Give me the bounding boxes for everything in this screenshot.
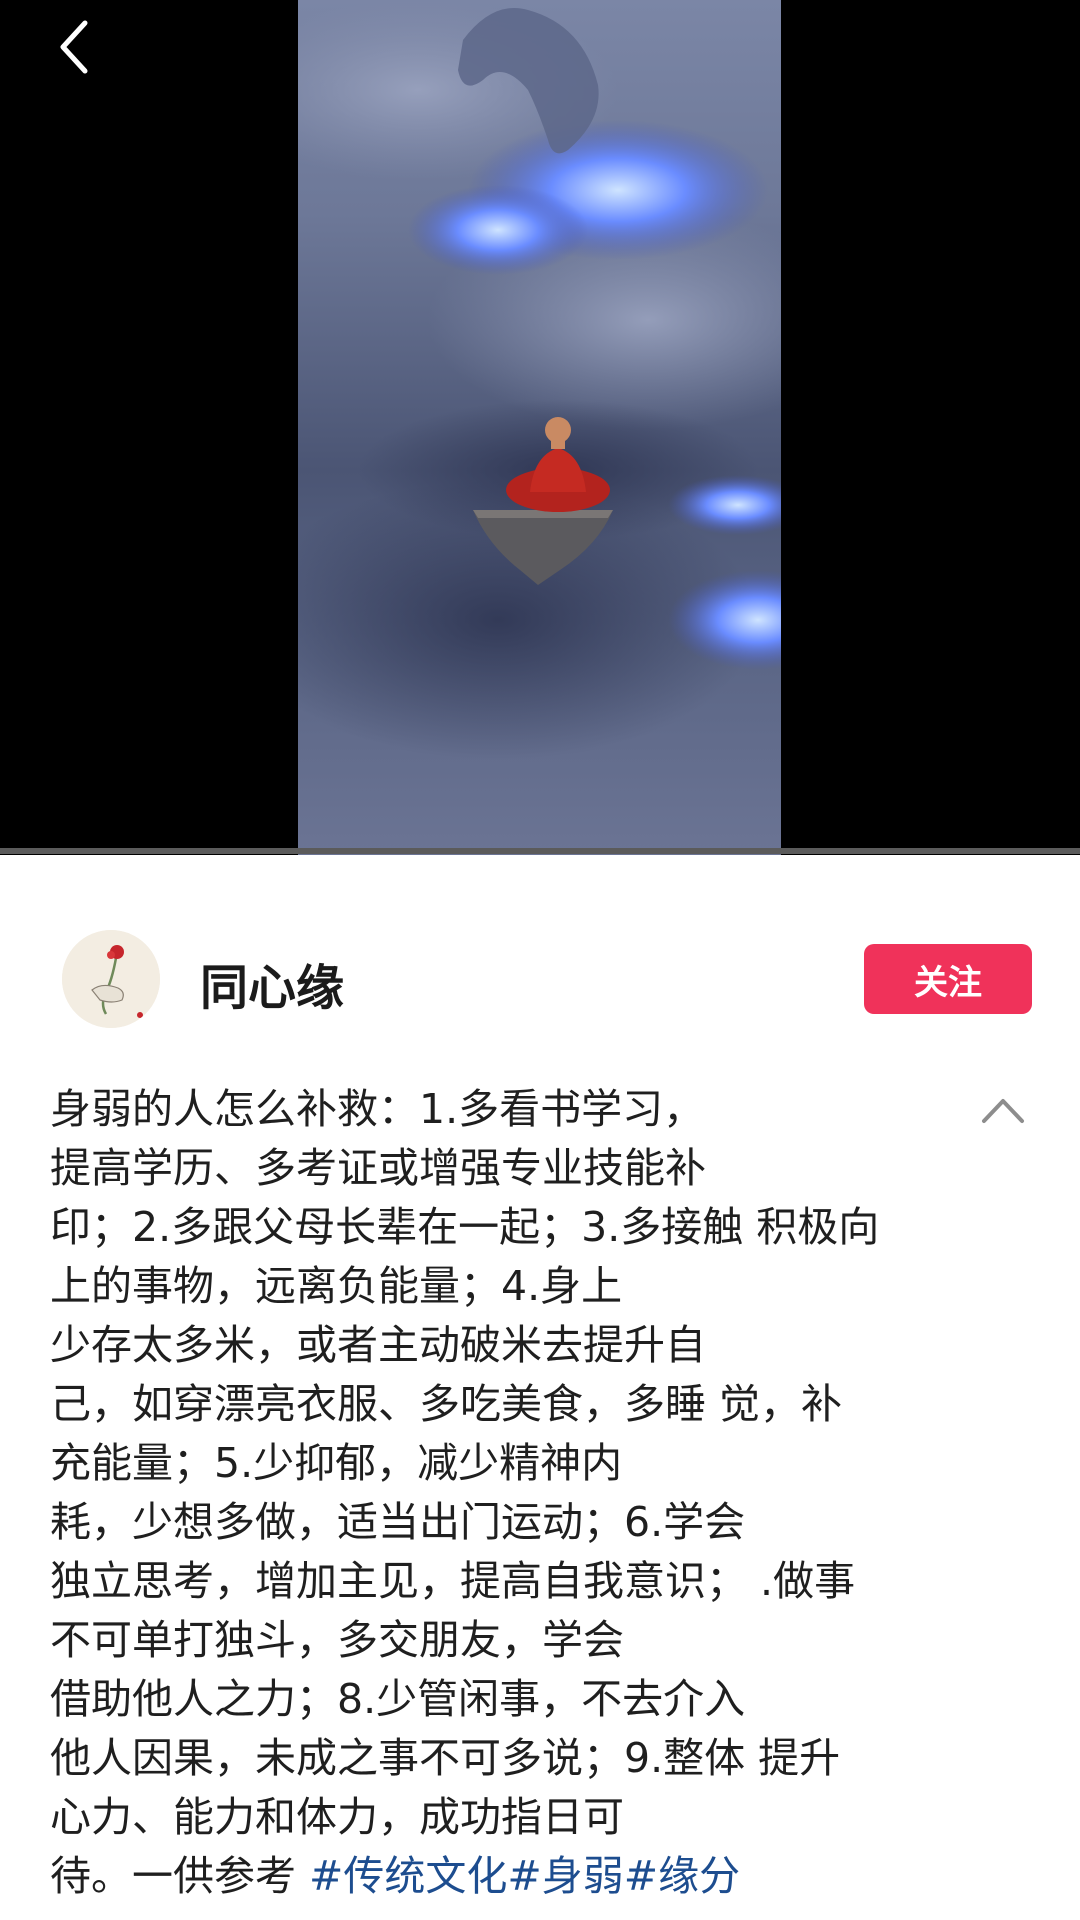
description-line: 充能量；5.少抑郁，减少精神内	[50, 1439, 623, 1487]
chevron-up-icon	[982, 1099, 1024, 1123]
follow-button[interactable]: 关注	[864, 944, 1032, 1014]
description-line: 不可单打独斗，多交朋友，学会	[50, 1616, 624, 1664]
description-line: 独立思考，增加主见，提高自我意识； .做事	[50, 1557, 856, 1605]
description-line-last: 待。一供参考 #传统文化#身弱#缘分	[50, 1847, 950, 1906]
description-line: 心力、能力和体力，成功指日可	[50, 1793, 624, 1841]
description-line: 印；2.多跟父母长辈在一起；3.多接触 积极向	[50, 1203, 880, 1251]
chevron-left-icon	[60, 20, 88, 74]
back-button[interactable]	[40, 12, 110, 82]
description-line: 他人因果，未成之事不可多说；9.整体 提升	[50, 1734, 841, 1782]
description-last-text: 待。一供参考	[50, 1852, 310, 1900]
avatar[interactable]	[62, 930, 160, 1028]
description-line: 少存太多米，或者主动破米去提升自	[50, 1321, 706, 1369]
description-line: 身弱的人怎么补救：1.多看书学习，	[50, 1085, 705, 1133]
description-line: 耗，少想多做，适当出门运动；6.学会	[50, 1498, 746, 1546]
author-name[interactable]: 同心缘	[200, 948, 344, 1018]
collapse-description-button[interactable]	[975, 1088, 1031, 1132]
video-progress-bar[interactable]	[0, 848, 1080, 854]
description-line: 上的事物，远离负能量；4.身上	[50, 1262, 623, 1310]
video-player[interactable]	[0, 0, 1080, 855]
video-frame[interactable]	[298, 0, 781, 855]
video-thumbnail-image	[298, 0, 781, 760]
avatar-image	[62, 930, 160, 1028]
description-line: 借助他人之力；8.少管闲事，不去介入	[50, 1675, 746, 1723]
description-line: 己，如穿漂亮衣服、多吃美食，多睡 觉，补	[50, 1380, 843, 1428]
hashtag-links[interactable]: #传统文化#身弱#缘分	[309, 1852, 740, 1900]
author-row: 同心缘 关注	[0, 920, 1080, 1040]
video-description: 身弱的人怎么补救：1.多看书学习， 提高学历、多考证或增强专业技能补 印；2.多…	[50, 1080, 950, 1906]
description-line: 提高学历、多考证或增强专业技能补	[50, 1144, 706, 1192]
